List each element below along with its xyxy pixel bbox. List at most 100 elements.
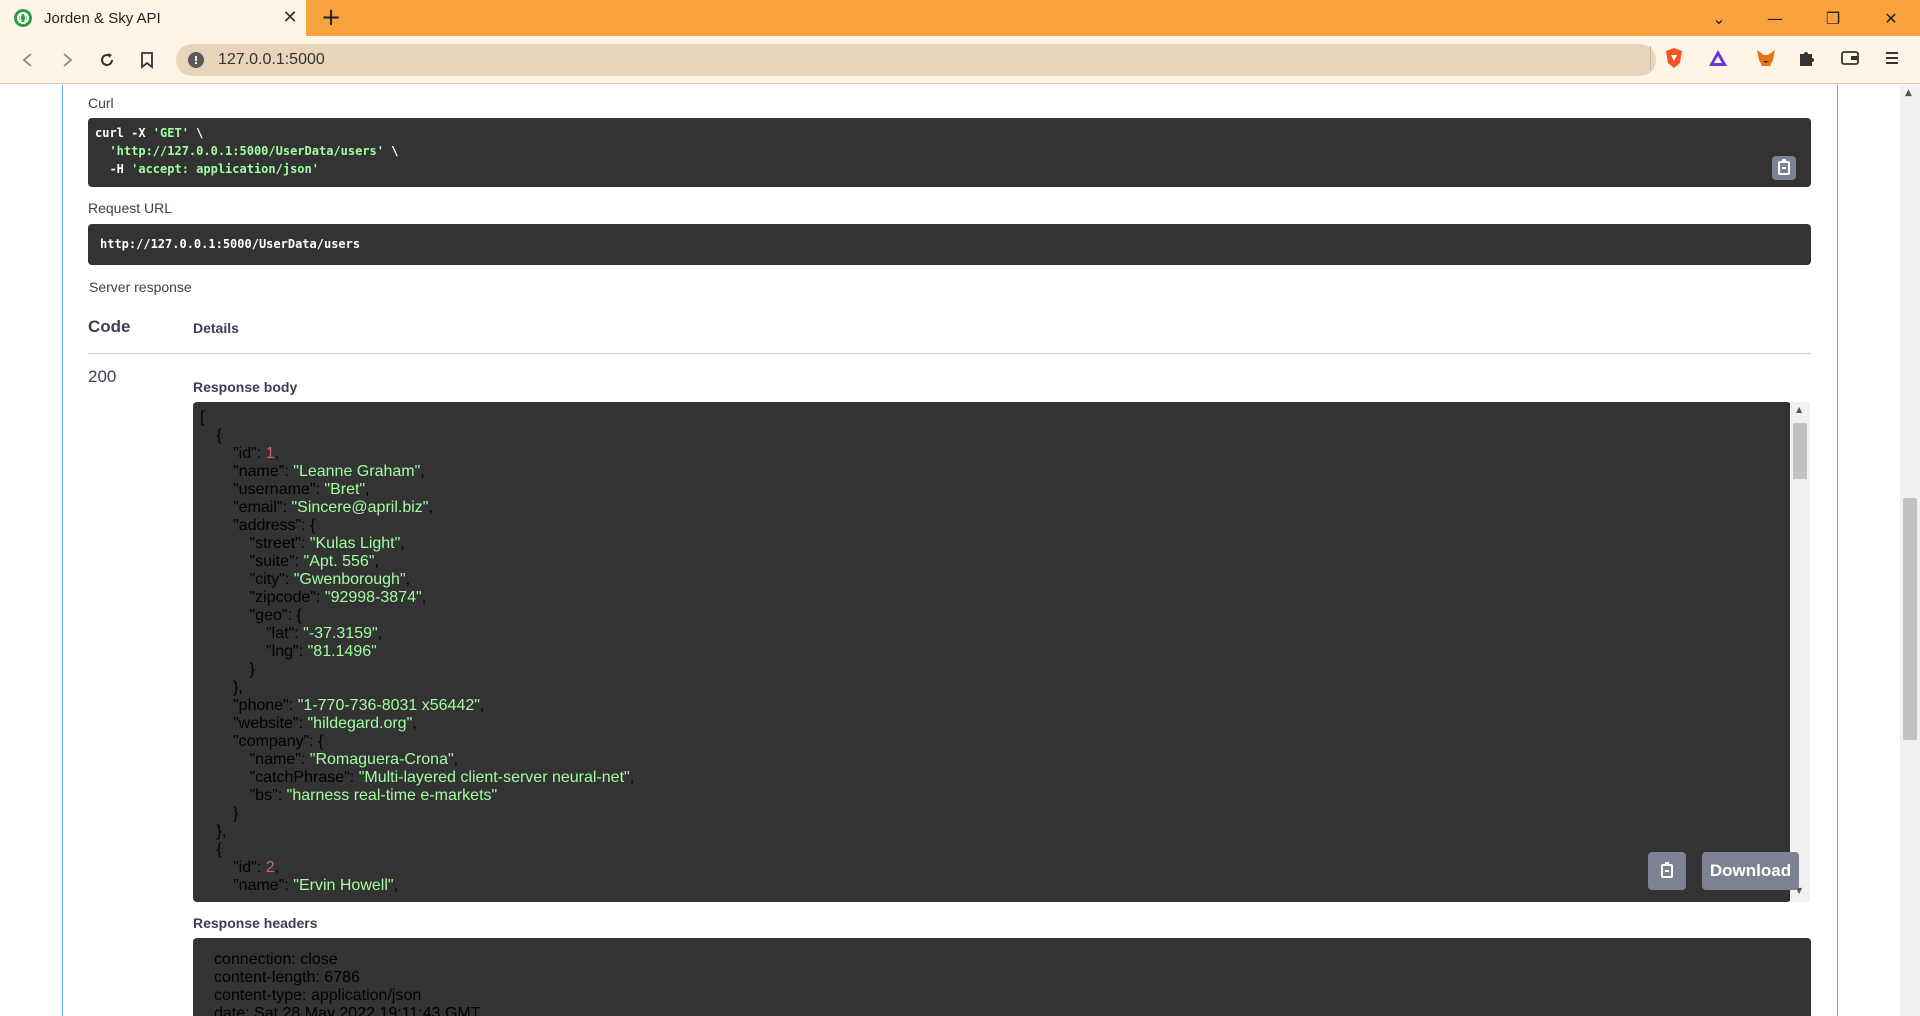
close-tab-icon[interactable]: ✕ [280, 7, 300, 28]
copy-response-button[interactable] [1648, 852, 1686, 890]
page-scroll-thumb[interactable] [1903, 498, 1917, 740]
curl-line: 'http://127.0.0.1:5000/UserData/users' \ [95, 142, 398, 160]
json-key: "username" [233, 481, 316, 498]
json-comma: , [365, 481, 370, 498]
json-comma: , [629, 769, 635, 786]
wallet-icon[interactable] [1839, 47, 1861, 69]
address-bar[interactable]: ! 127.0.0.1:5000 [176, 44, 1656, 76]
copy-icon [1778, 159, 1790, 175]
json-line: "name": "Leanne Graham", [233, 463, 425, 481]
json-line: } [250, 661, 255, 679]
copy-curl-button[interactable] [1772, 156, 1796, 180]
json-value: { [216, 427, 222, 444]
curl-code-block[interactable]: curl -X 'GET' \ 'http://127.0.0.1:5000/U… [88, 118, 1811, 187]
json-key: "name" [249, 751, 301, 768]
json-key: "email" [233, 499, 283, 516]
browser-tab[interactable]: {} Jorden & Sky API ✕ [0, 0, 306, 36]
json-value: "Sincere@april.biz" [291, 499, 429, 516]
json-line: "email": "Sincere@april.biz", [233, 499, 433, 517]
json-colon: : [349, 769, 359, 786]
brave-shields-icon[interactable] [1663, 47, 1685, 69]
extensions-icon[interactable] [1796, 47, 1818, 69]
json-key: "name" [233, 877, 285, 894]
json-key: "geo" [249, 607, 288, 624]
json-comma: , [453, 751, 459, 768]
request-url-block[interactable]: http://127.0.0.1:5000/UserData/users [88, 224, 1811, 265]
curl-string: 'http://127.0.0.1:5000/UserData/users' [109, 144, 384, 158]
browser-toolbar: ! 127.0.0.1:5000 [0, 36, 1920, 84]
json-value: "Leanne Graham" [293, 463, 421, 480]
request-url-text[interactable]: http://127.0.0.1:5000/UserData/users [100, 235, 360, 253]
details-column-header: Details [193, 320, 239, 336]
restore-button[interactable]: ❐ [1810, 0, 1856, 36]
json-colon: : [277, 787, 287, 804]
json-key: "company" [233, 733, 310, 750]
json-line: "website": "hildegard.org", [233, 715, 417, 733]
tab-title: Jorden & Sky API [44, 10, 161, 27]
curl-text [95, 144, 109, 158]
json-value: { [318, 733, 324, 750]
response-body-block[interactable]: [{"id": 1, "name": "Leanne Graham", "usern… [193, 402, 1791, 902]
page-scroll-up-icon[interactable]: ▲ [1905, 88, 1912, 98]
json-line: "street": "Kulas Light", [250, 535, 405, 553]
json-colon: : [309, 733, 319, 750]
json-value: "Romaguera-Crona" [309, 751, 454, 768]
json-colon: : [284, 571, 294, 588]
json-key: "website" [233, 715, 299, 732]
json-value: { [296, 607, 302, 624]
json-line: "name": "Ervin Howell", [233, 877, 398, 895]
json-value: "harness real-time e-markets" [286, 787, 498, 804]
curl-line: -H 'accept: application/json' [95, 160, 319, 178]
json-comma: , [405, 571, 411, 588]
info-icon[interactable]: ! [188, 52, 204, 68]
metamask-icon[interactable] [1755, 47, 1777, 69]
json-line: "lng": "81.1496" [266, 643, 377, 661]
json-value: "92998-3874" [324, 589, 422, 606]
json-value: "Multi-layered client-server neural-net" [358, 769, 630, 786]
json-comma: , [393, 877, 399, 894]
json-line: "address": { [233, 517, 316, 535]
menu-icon[interactable] [1881, 47, 1903, 69]
json-colon: : [284, 877, 294, 894]
json-colon: : [298, 643, 308, 660]
json-key: "address" [233, 517, 302, 534]
bookmark-icon[interactable] [134, 47, 160, 73]
scroll-up-arrow-icon[interactable]: ▲ [1796, 405, 1802, 414]
response-headers-block[interactable]: connection: close content-length: 6786 con… [193, 938, 1811, 1016]
close-window-button[interactable]: ✕ [1868, 0, 1914, 36]
json-comma: , [274, 859, 280, 876]
reload-icon[interactable] [94, 47, 120, 73]
json-comma: , [377, 625, 383, 642]
json-key: "bs" [249, 787, 278, 804]
json-comma: , [428, 499, 433, 516]
json-key: "id" [233, 445, 257, 462]
json-line: "geo": { [250, 607, 302, 625]
download-button[interactable]: Download [1702, 852, 1799, 890]
header-divider [88, 353, 1811, 354]
forward-icon[interactable] [54, 47, 80, 73]
json-line: [ [200, 409, 204, 427]
brave-rewards-icon[interactable] [1707, 47, 1729, 69]
json-line: }, [217, 823, 227, 841]
json-line: "zipcode": "92998-3874", [250, 589, 427, 607]
url-text[interactable]: 127.0.0.1:5000 [218, 51, 325, 69]
curl-text: -H [95, 162, 132, 176]
response-header-line: date: Sat,28 May 2022 19:11:43 GMT [214, 1005, 481, 1016]
minimize-button[interactable]: — [1752, 0, 1798, 36]
json-colon: : [256, 445, 266, 462]
json-line: "city": "Gwenborough", [250, 571, 411, 589]
json-value: 1 [265, 445, 275, 462]
json-line: "company": { [233, 733, 324, 751]
back-icon[interactable] [15, 47, 41, 73]
json-value: { [310, 517, 316, 534]
json-value: } [233, 805, 239, 822]
new-tab-button[interactable]: + [318, 3, 344, 31]
json-key: "id" [233, 859, 257, 876]
json-key: "zipcode" [249, 589, 317, 606]
json-key: "city" [249, 571, 285, 588]
tab-search-icon[interactable]: ⌄ [1696, 0, 1742, 36]
json-value: 2 [265, 859, 275, 876]
code-column-header: Code [88, 317, 131, 336]
json-comma: , [421, 589, 427, 606]
response-body-scroll-thumb[interactable] [1793, 423, 1807, 479]
